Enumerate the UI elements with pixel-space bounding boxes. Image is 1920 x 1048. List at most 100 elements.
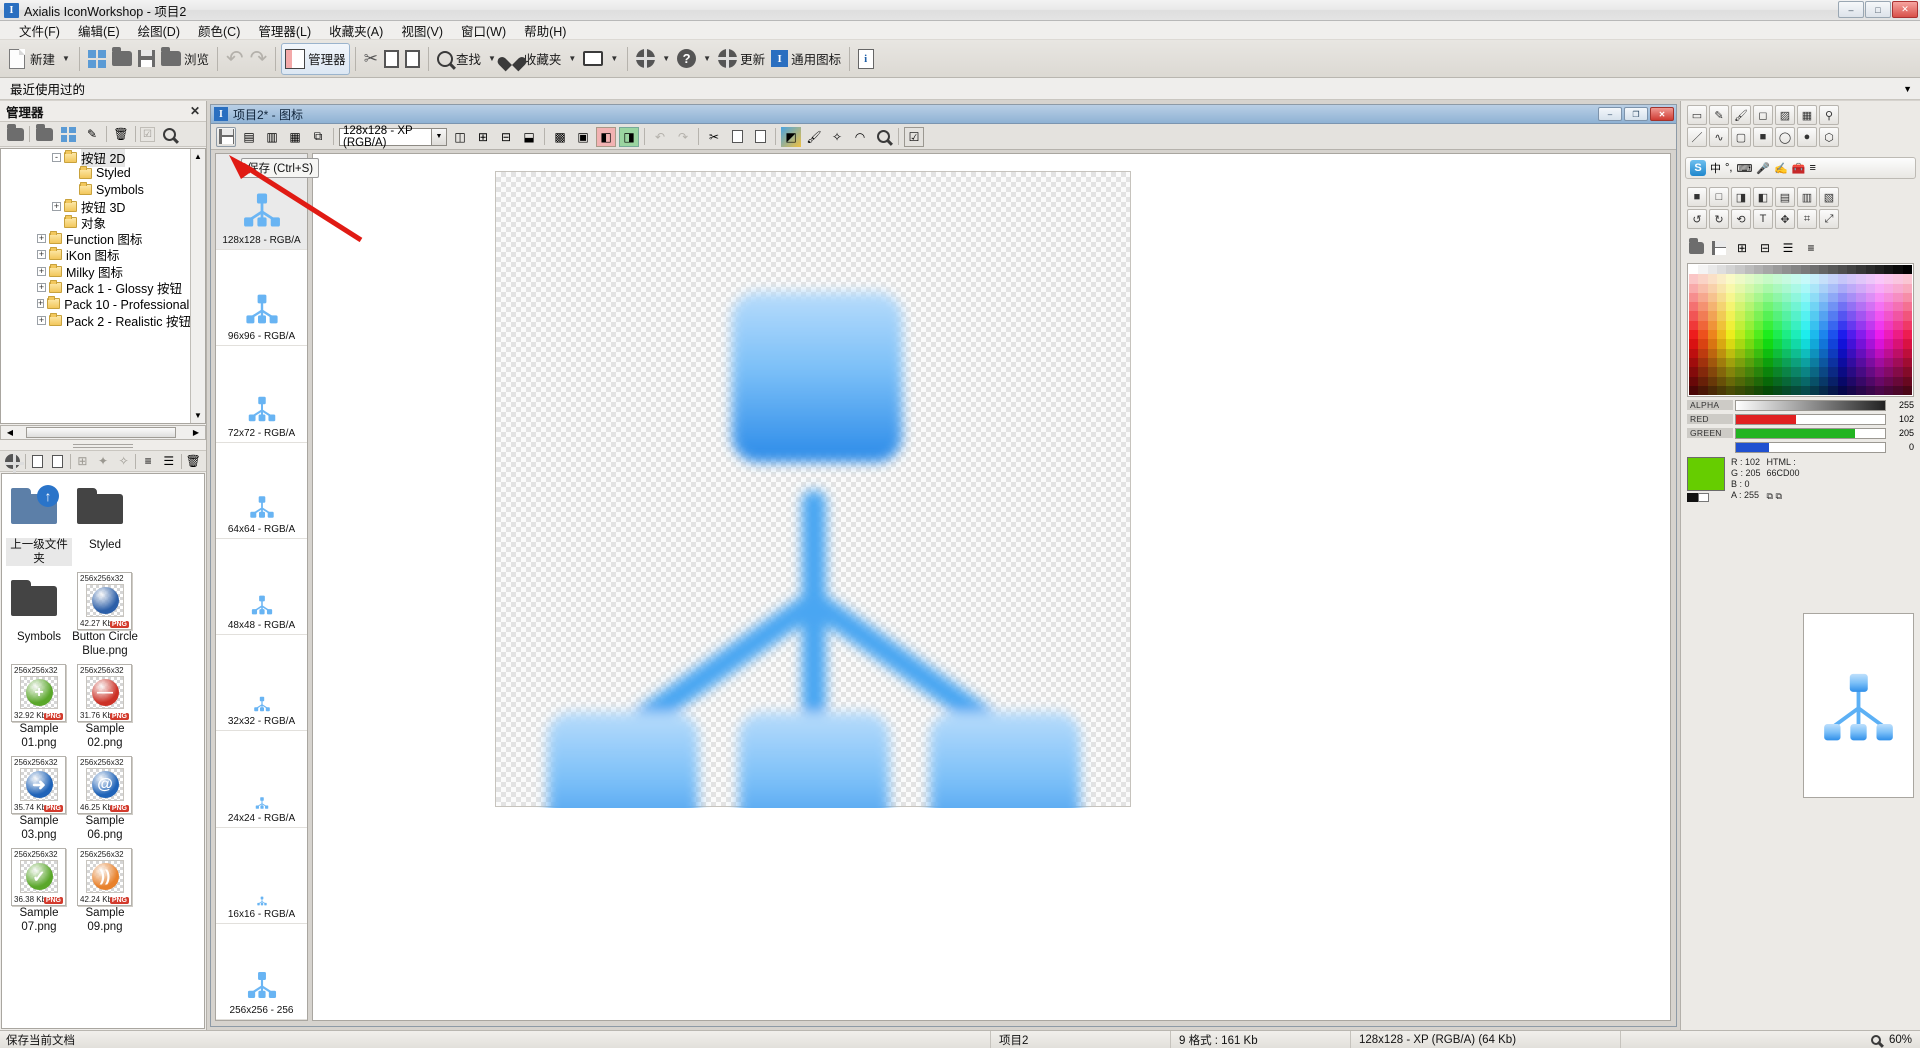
palette-swatch[interactable] [1772, 357, 1782, 368]
palette-swatch[interactable] [1893, 367, 1903, 377]
menu-item-color[interactable]: 颜色(C) [189, 20, 249, 41]
palette-swatch[interactable] [1856, 274, 1866, 284]
palette-swatch[interactable] [1884, 274, 1894, 284]
palette-swatch[interactable] [1698, 348, 1708, 358]
palette-swatch[interactable] [1763, 274, 1773, 284]
sort-icon[interactable]: ≡ [139, 451, 157, 471]
tree-expand-toggle[interactable]: + [37, 234, 46, 244]
palette-swatch[interactable] [1763, 311, 1773, 321]
duplicate-format-icon[interactable]: ⧉ [308, 127, 328, 147]
check-icon[interactable]: ☑ [140, 126, 155, 142]
ime-mic-icon[interactable]: 🎤 [1756, 162, 1770, 175]
redo-button[interactable]: ↷ [247, 43, 271, 75]
palette-swatch[interactable] [1874, 357, 1885, 368]
palette-swatch[interactable] [1772, 265, 1782, 275]
palette-swatch[interactable] [1781, 348, 1792, 358]
tree-item[interactable]: + Pack 10 - Professional 工 [1, 296, 205, 312]
scroll-down-arrow[interactable]: ▼ [191, 408, 205, 423]
delete-icon[interactable]: 🗑 [111, 124, 131, 144]
palette-swatch[interactable] [1865, 292, 1875, 303]
palette-swatch[interactable] [1819, 357, 1829, 368]
paste-file-icon[interactable] [48, 451, 67, 472]
palette-swatch[interactable] [1772, 348, 1782, 358]
white-swatch[interactable] [1698, 493, 1709, 503]
palette-swatch[interactable] [1744, 302, 1755, 312]
palette-swatch[interactable] [1846, 357, 1857, 368]
palette-swatch[interactable] [1781, 339, 1792, 349]
format-combo-caret[interactable]: ▼ [431, 128, 446, 145]
palette-swatch[interactable] [1874, 265, 1885, 275]
palette-swatch[interactable] [1763, 376, 1773, 386]
palette-swatch[interactable] [1800, 320, 1810, 331]
palette-swatch[interactable] [1791, 311, 1801, 321]
shape-split-icon[interactable]: ◨ [1731, 187, 1751, 207]
tool-eraser-icon[interactable]: ◻ [1753, 105, 1773, 125]
palette-swatch[interactable] [1800, 265, 1810, 275]
palette-swatch[interactable] [1707, 292, 1717, 303]
palette-swatch[interactable] [1689, 311, 1699, 321]
palette-swatch[interactable] [1902, 265, 1912, 275]
palette-swatch[interactable] [1689, 283, 1699, 293]
menu-item-view[interactable]: 视图(V) [392, 20, 452, 41]
channel-slider-blue[interactable] [1735, 441, 1886, 453]
palette-swatch[interactable] [1809, 265, 1820, 275]
palette-swatch[interactable] [1791, 302, 1801, 312]
recent-files-dropdown-caret[interactable]: ▼ [1903, 84, 1912, 94]
palette-swatch[interactable] [1846, 348, 1857, 358]
palette-swatch[interactable] [1902, 311, 1912, 321]
delete-format-icon[interactable]: ⊟ [496, 127, 516, 147]
palette-swatch[interactable] [1726, 348, 1736, 358]
help-button[interactable]: ? [674, 43, 699, 75]
palette-swatch[interactable] [1726, 330, 1736, 340]
palette-swatch[interactable] [1726, 339, 1736, 349]
palette-swatch[interactable] [1707, 320, 1717, 331]
palette-swatch[interactable] [1893, 311, 1903, 321]
file-item[interactable]: ↑ 上一级文件夹 [6, 480, 72, 566]
palette-swatch[interactable] [1846, 302, 1857, 312]
scroll-left-arrow[interactable]: ◀ [2, 427, 18, 438]
palette-swatch[interactable] [1893, 348, 1903, 358]
palette-swatch[interactable] [1781, 302, 1792, 312]
palette-swatch[interactable] [1884, 330, 1894, 340]
palette-swatch[interactable] [1726, 283, 1736, 293]
document-paste-icon[interactable] [750, 127, 770, 147]
palette-swatch[interactable] [1772, 385, 1782, 396]
palette-open-icon[interactable] [1686, 238, 1706, 258]
palette-swatch[interactable] [1865, 265, 1875, 275]
palette-swatch[interactable] [1846, 283, 1857, 293]
palette-swatch[interactable] [1884, 311, 1894, 321]
palette-swatch[interactable] [1735, 348, 1745, 358]
create-image-icon[interactable]: ✧ [115, 451, 133, 471]
palette-swatch[interactable] [1837, 320, 1847, 331]
channel-slider-alpha[interactable] [1735, 399, 1886, 411]
palette-swatch[interactable] [1800, 339, 1810, 349]
palette-swatch[interactable] [1846, 367, 1857, 377]
crop-tool-icon[interactable]: ⌗ [1797, 209, 1817, 229]
palette-swatch[interactable] [1819, 330, 1829, 340]
palette-swatch[interactable] [1902, 385, 1912, 396]
palette-swatch[interactable] [1846, 265, 1857, 275]
palette-swatch[interactable] [1744, 292, 1755, 303]
palette-swatch[interactable] [1754, 302, 1764, 312]
palette-remove-icon[interactable]: ⊟ [1755, 238, 1775, 258]
palette-swatch[interactable] [1856, 265, 1866, 275]
panel-splitter[interactable] [0, 442, 206, 449]
palette-swatch[interactable] [1754, 367, 1764, 377]
effects-icon[interactable]: ✧ [827, 127, 847, 147]
palette-swatch[interactable] [1735, 367, 1745, 377]
palette-swatch[interactable] [1828, 385, 1838, 396]
palette-swatch[interactable] [1884, 367, 1894, 377]
resize-tool-icon[interactable]: ⤢ [1819, 209, 1839, 229]
palette-swatch[interactable] [1809, 302, 1820, 312]
palette-swatch[interactable] [1698, 367, 1708, 377]
tree-item[interactable]: + Pack 2 - Realistic 按钮 [1, 312, 205, 329]
transparency-toggle-icon[interactable]: ◨ [619, 126, 639, 147]
palette-swatch[interactable] [1754, 311, 1764, 321]
palette-swatch[interactable] [1726, 292, 1736, 303]
rotate-right-icon[interactable]: ↻ [1709, 209, 1729, 229]
palette-swatch[interactable] [1893, 274, 1903, 284]
palette-swatch[interactable] [1837, 339, 1847, 349]
tree-item[interactable]: - 按钮 2D [1, 149, 205, 167]
palette-swatch[interactable] [1874, 283, 1885, 293]
palette-add-icon[interactable]: ⊞ [1732, 238, 1752, 258]
